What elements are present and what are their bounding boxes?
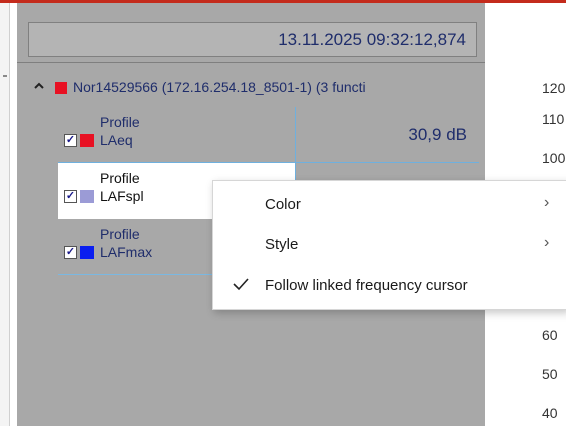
function-color-swatch	[80, 190, 94, 203]
function-name: Profile LAeq	[100, 114, 140, 148]
context-menu: Color › Style › Follow linked frequency …	[212, 180, 566, 310]
device-group-header[interactable]: Nor14529566 (172.16.254.18_8501-1) (3 fu…	[26, 75, 485, 103]
y-axis-tick-label: 120	[542, 80, 566, 96]
function-checkbox[interactable]: ✓	[64, 246, 77, 259]
panel-divider	[17, 62, 485, 63]
function-name: Profile LAFmax	[100, 226, 153, 260]
collapse-chevron-icon[interactable]	[32, 81, 46, 95]
menu-item-color[interactable]: Color ›	[213, 185, 566, 225]
function-checkbox[interactable]: ✓	[64, 190, 77, 203]
y-axis-tick-label: 40	[542, 405, 558, 421]
function-color-swatch	[80, 134, 94, 147]
left-splitter[interactable]	[0, 3, 10, 426]
function-row-laeq[interactable]: ✓ Profile LAeq 30,9 dB	[58, 107, 479, 163]
submenu-arrow-icon: ›	[544, 234, 550, 251]
device-label: Nor14529566 (172.16.254.18_8501-1) (3 fu…	[73, 79, 366, 95]
y-axis-tick-label: 60	[542, 327, 558, 343]
timestamp-display: 13.11.2025 09:32:12,874	[28, 22, 477, 57]
function-name: Profile LAFspl	[100, 170, 144, 204]
y-axis-tick-label: 110	[542, 111, 565, 127]
device-color-swatch	[55, 82, 67, 94]
submenu-arrow-icon: ›	[544, 194, 550, 211]
y-axis-tick-label: 100	[542, 150, 566, 166]
y-axis-tick-label: 50	[542, 366, 558, 382]
menu-item-label: Style	[265, 236, 299, 253]
splitter-grip	[3, 75, 7, 77]
function-name-cell: ✓ Profile LAeq	[58, 107, 296, 163]
checkmark-icon	[231, 274, 251, 294]
function-value: 30,9 dB	[296, 107, 479, 163]
function-checkbox[interactable]: ✓	[64, 134, 77, 147]
function-color-swatch	[80, 246, 94, 259]
menu-item-follow-cursor[interactable]: Follow linked frequency cursor	[213, 266, 566, 306]
menu-item-label: Follow linked frequency cursor	[265, 277, 468, 294]
menu-item-style[interactable]: Style ›	[213, 225, 566, 265]
menu-item-label: Color	[265, 196, 301, 213]
